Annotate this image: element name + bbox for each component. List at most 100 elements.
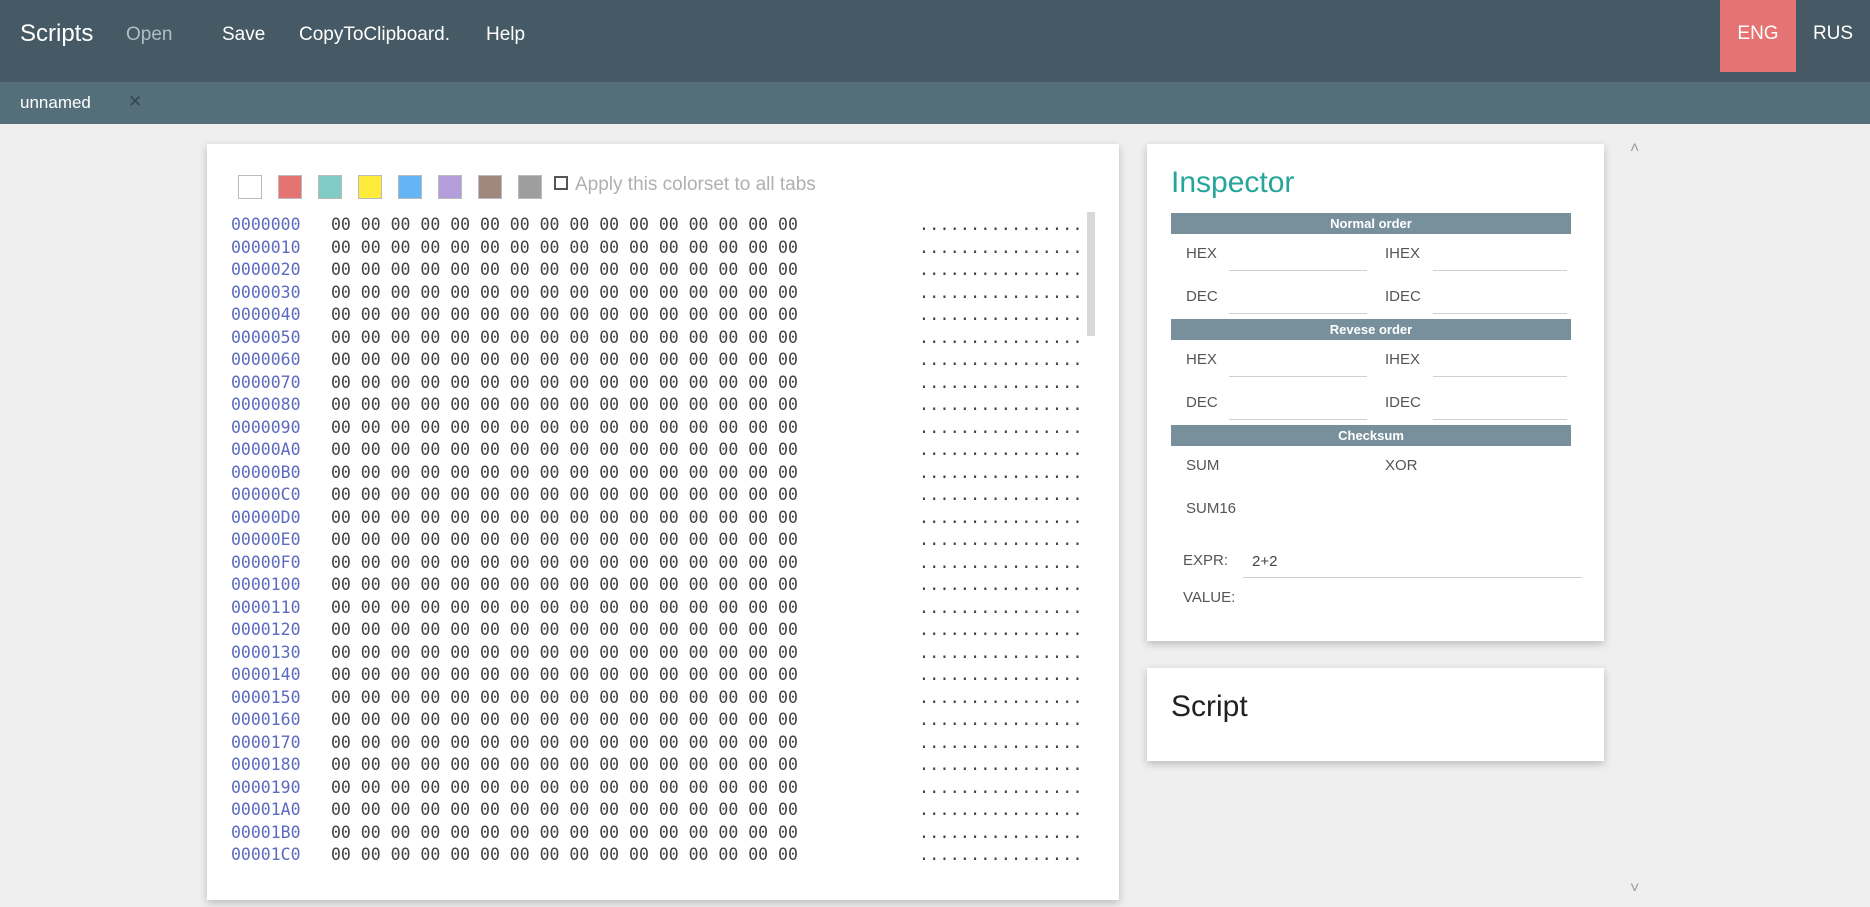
color-swatch-yellow[interactable] [358,175,382,199]
hex-ascii[interactable]: ................ [919,664,1083,687]
hex-ascii[interactable]: ................ [919,214,1083,237]
hex-row[interactable]: 0000130 00 00 00 00 00 00 00 00 00 00 00 … [231,642,1082,665]
hex-ascii[interactable]: ................ [919,327,1083,350]
hex-bytes[interactable]: 00 00 00 00 00 00 00 00 00 00 00 00 00 0… [331,417,891,440]
hex-data-grid[interactable]: 0000000 00 00 00 00 00 00 00 00 00 00 00 … [231,214,1082,867]
hex-row[interactable]: 00001C0 00 00 00 00 00 00 00 00 00 00 00 … [231,844,1082,867]
hex-ascii[interactable]: ................ [919,462,1083,485]
expr-input-underline[interactable] [1243,577,1582,578]
reverse-ihex-field[interactable] [1433,376,1567,377]
hex-row[interactable]: 00001B0 00 00 00 00 00 00 00 00 00 00 00 … [231,822,1082,845]
hex-row[interactable]: 0000170 00 00 00 00 00 00 00 00 00 00 00 … [231,732,1082,755]
help-menu-item[interactable]: Help [486,24,525,46]
hex-bytes[interactable]: 00 00 00 00 00 00 00 00 00 00 00 00 00 0… [331,732,891,755]
apply-colorset-checkbox[interactable] [554,176,568,190]
hex-row[interactable]: 0000010 00 00 00 00 00 00 00 00 00 00 00 … [231,237,1082,260]
hex-row[interactable]: 0000080 00 00 00 00 00 00 00 00 00 00 00 … [231,394,1082,417]
hex-bytes[interactable]: 00 00 00 00 00 00 00 00 00 00 00 00 00 0… [331,372,891,395]
hex-ascii[interactable]: ................ [919,777,1083,800]
hex-row[interactable]: 0000110 00 00 00 00 00 00 00 00 00 00 00 … [231,597,1082,620]
hex-row[interactable]: 0000190 00 00 00 00 00 00 00 00 00 00 00 … [231,777,1082,800]
hex-row[interactable]: 0000040 00 00 00 00 00 00 00 00 00 00 00 … [231,304,1082,327]
normal-dec-field[interactable] [1229,313,1367,314]
hex-row[interactable]: 00000D0 00 00 00 00 00 00 00 00 00 00 00 … [231,507,1082,530]
hex-ascii[interactable]: ................ [919,822,1083,845]
hex-row[interactable]: 00000E0 00 00 00 00 00 00 00 00 00 00 00 … [231,529,1082,552]
hex-bytes[interactable]: 00 00 00 00 00 00 00 00 00 00 00 00 00 0… [331,664,891,687]
hex-ascii[interactable]: ................ [919,507,1083,530]
hex-row[interactable]: 0000140 00 00 00 00 00 00 00 00 00 00 00 … [231,664,1082,687]
hex-ascii[interactable]: ................ [919,642,1083,665]
hex-ascii[interactable]: ................ [919,282,1083,305]
reverse-dec-field[interactable] [1229,419,1367,420]
color-swatch-blue[interactable] [398,175,422,199]
hex-bytes[interactable]: 00 00 00 00 00 00 00 00 00 00 00 00 00 0… [331,529,891,552]
hex-bytes[interactable]: 00 00 00 00 00 00 00 00 00 00 00 00 00 0… [331,327,891,350]
hex-row[interactable]: 0000160 00 00 00 00 00 00 00 00 00 00 00 … [231,709,1082,732]
hex-ascii[interactable]: ................ [919,529,1083,552]
color-swatch-teal[interactable] [318,175,342,199]
color-swatch-red[interactable] [278,175,302,199]
hex-ascii[interactable]: ................ [919,754,1083,777]
save-menu-item[interactable]: Save [222,24,265,46]
hex-ascii[interactable]: ................ [919,799,1083,822]
color-swatch-white[interactable] [238,175,262,199]
hex-row[interactable]: 0000020 00 00 00 00 00 00 00 00 00 00 00 … [231,259,1082,282]
hex-row[interactable]: 0000000 00 00 00 00 00 00 00 00 00 00 00 … [231,214,1082,237]
hex-ascii[interactable]: ................ [919,552,1083,575]
hex-bytes[interactable]: 00 00 00 00 00 00 00 00 00 00 00 00 00 0… [331,394,891,417]
hex-ascii[interactable]: ................ [919,597,1083,620]
hex-bytes[interactable]: 00 00 00 00 00 00 00 00 00 00 00 00 00 0… [331,754,891,777]
hex-bytes[interactable]: 00 00 00 00 00 00 00 00 00 00 00 00 00 0… [331,709,891,732]
hex-bytes[interactable]: 00 00 00 00 00 00 00 00 00 00 00 00 00 0… [331,304,891,327]
normal-hex-field[interactable] [1229,270,1367,271]
hex-ascii[interactable]: ................ [919,349,1083,372]
hex-bytes[interactable]: 00 00 00 00 00 00 00 00 00 00 00 00 00 0… [331,259,891,282]
hex-row[interactable]: 0000180 00 00 00 00 00 00 00 00 00 00 00 … [231,754,1082,777]
hex-row[interactable]: 00000C0 00 00 00 00 00 00 00 00 00 00 00 … [231,484,1082,507]
hex-bytes[interactable]: 00 00 00 00 00 00 00 00 00 00 00 00 00 0… [331,844,891,867]
reverse-idec-field[interactable] [1433,419,1567,420]
hex-ascii[interactable]: ................ [919,259,1083,282]
hex-bytes[interactable]: 00 00 00 00 00 00 00 00 00 00 00 00 00 0… [331,214,891,237]
hex-row[interactable]: 0000090 00 00 00 00 00 00 00 00 00 00 00 … [231,417,1082,440]
hex-bytes[interactable]: 00 00 00 00 00 00 00 00 00 00 00 00 00 0… [331,349,891,372]
hex-bytes[interactable]: 00 00 00 00 00 00 00 00 00 00 00 00 00 0… [331,507,891,530]
hex-bytes[interactable]: 00 00 00 00 00 00 00 00 00 00 00 00 00 0… [331,822,891,845]
copy-to-clipboard-menu-item[interactable]: CopyToClipboard. [299,24,450,46]
hex-bytes[interactable]: 00 00 00 00 00 00 00 00 00 00 00 00 00 0… [331,574,891,597]
expr-input[interactable]: 2+2 [1252,553,1277,570]
hex-ascii[interactable]: ................ [919,709,1083,732]
hex-bytes[interactable]: 00 00 00 00 00 00 00 00 00 00 00 00 00 0… [331,642,891,665]
hex-row[interactable]: 00000B0 00 00 00 00 00 00 00 00 00 00 00 … [231,462,1082,485]
hex-row[interactable]: 0000050 00 00 00 00 00 00 00 00 00 00 00 … [231,327,1082,350]
color-swatch-gray[interactable] [518,175,542,199]
open-menu-item[interactable]: Open [126,24,172,46]
hex-ascii[interactable]: ................ [919,372,1083,395]
language-rus-button[interactable]: RUS [1812,0,1854,72]
brand-title[interactable]: Scripts [20,20,93,48]
hex-row[interactable]: 0000030 00 00 00 00 00 00 00 00 00 00 00 … [231,282,1082,305]
hex-ascii[interactable]: ................ [919,304,1083,327]
hex-bytes[interactable]: 00 00 00 00 00 00 00 00 00 00 00 00 00 0… [331,597,891,620]
hex-bytes[interactable]: 00 00 00 00 00 00 00 00 00 00 00 00 00 0… [331,687,891,710]
scroll-down-icon[interactable]: ˅ [1630,880,1639,898]
hex-scrollbar[interactable] [1087,212,1095,336]
hex-ascii[interactable]: ................ [919,439,1083,462]
hex-row[interactable]: 00000A0 00 00 00 00 00 00 00 00 00 00 00 … [231,439,1082,462]
hex-bytes[interactable]: 00 00 00 00 00 00 00 00 00 00 00 00 00 0… [331,237,891,260]
hex-bytes[interactable]: 00 00 00 00 00 00 00 00 00 00 00 00 00 0… [331,552,891,575]
hex-ascii[interactable]: ................ [919,237,1083,260]
normal-ihex-field[interactable] [1433,270,1567,271]
normal-idec-field[interactable] [1433,313,1567,314]
tab-close-icon[interactable]: ✕ [128,92,142,112]
color-swatch-brown[interactable] [478,175,502,199]
hex-row[interactable]: 00000F0 00 00 00 00 00 00 00 00 00 00 00 … [231,552,1082,575]
hex-ascii[interactable]: ................ [919,394,1083,417]
hex-ascii[interactable]: ................ [919,844,1083,867]
scroll-up-icon[interactable]: ˄ [1630,140,1639,158]
hex-row[interactable]: 0000150 00 00 00 00 00 00 00 00 00 00 00 … [231,687,1082,710]
color-swatch-purple[interactable] [438,175,462,199]
hex-ascii[interactable]: ................ [919,417,1083,440]
hex-bytes[interactable]: 00 00 00 00 00 00 00 00 00 00 00 00 00 0… [331,619,891,642]
